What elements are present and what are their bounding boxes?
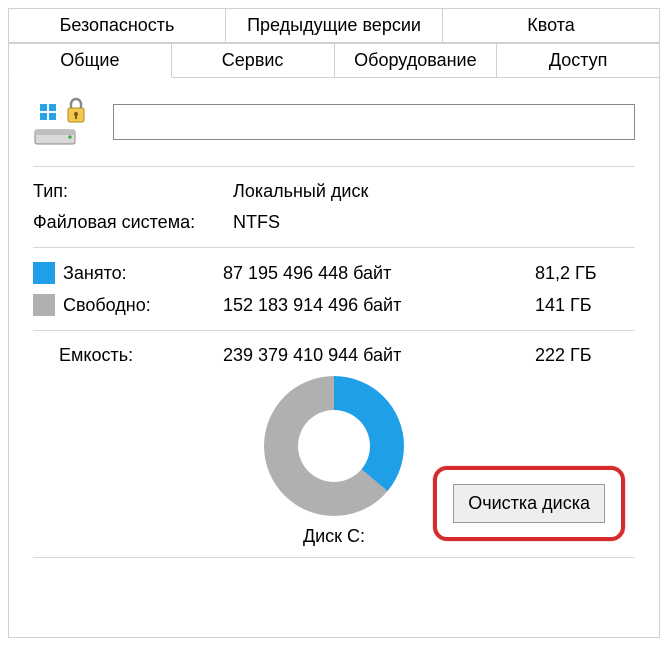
drive-icon xyxy=(33,96,89,148)
tab-security[interactable]: Безопасность xyxy=(8,8,226,43)
used-label: Занято: xyxy=(63,263,223,284)
free-swatch xyxy=(33,294,55,316)
capacity-label: Емкость: xyxy=(33,345,223,366)
tab-sharing[interactable]: Доступ xyxy=(497,43,660,78)
capacity-bytes: 239 379 410 944 байт xyxy=(223,345,535,366)
tab-general[interactable]: Общие xyxy=(8,43,172,78)
tab-quota[interactable]: Квота xyxy=(443,8,660,43)
cleanup-highlight: Очистка диска xyxy=(433,466,625,541)
usage-pie-chart xyxy=(264,376,404,516)
tab-hardware[interactable]: Оборудование xyxy=(335,43,498,78)
free-gb: 141 ГБ xyxy=(535,295,635,316)
used-bytes: 87 195 496 448 байт xyxy=(223,263,535,284)
used-gb: 81,2 ГБ xyxy=(535,263,635,284)
divider xyxy=(33,557,635,558)
free-bytes: 152 183 914 496 байт xyxy=(223,295,535,316)
divider xyxy=(33,330,635,331)
filesystem-value: NTFS xyxy=(233,212,635,233)
general-panel: Тип: Локальный диск Файловая система: NT… xyxy=(8,78,660,638)
used-swatch xyxy=(33,262,55,284)
divider xyxy=(33,166,635,167)
capacity-gb: 222 ГБ xyxy=(535,345,635,366)
volume-label-input[interactable] xyxy=(113,104,635,140)
divider xyxy=(33,247,635,248)
type-label: Тип: xyxy=(33,181,233,202)
free-label: Свободно: xyxy=(63,295,223,316)
disk-cleanup-button[interactable]: Очистка диска xyxy=(453,484,605,523)
tab-tools[interactable]: Сервис xyxy=(172,43,335,78)
filesystem-label: Файловая система: xyxy=(33,212,233,233)
type-value: Локальный диск xyxy=(233,181,635,202)
tab-previous-versions[interactable]: Предыдущие версии xyxy=(226,8,443,43)
